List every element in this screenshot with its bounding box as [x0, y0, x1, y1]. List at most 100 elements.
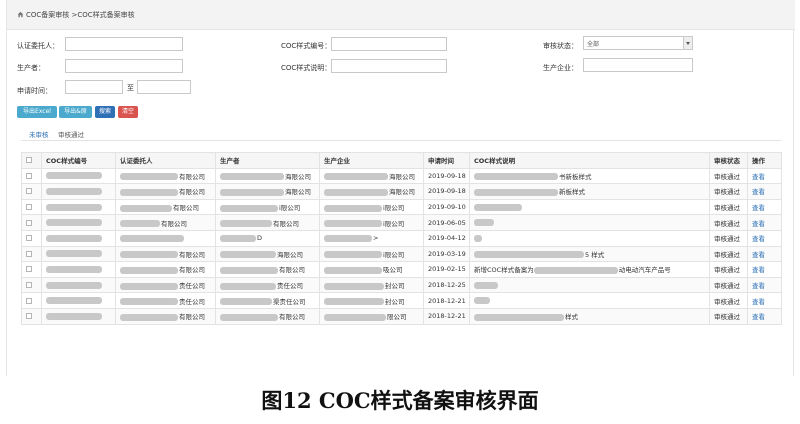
view-link[interactable]: 查看 [747, 229, 782, 247]
view-link[interactable]: 查看 [747, 214, 782, 231]
producer-input[interactable] [65, 59, 183, 73]
manufacturer-text: 吸公司 [383, 266, 403, 275]
status-select[interactable]: 全部 [583, 36, 693, 50]
redacted-text [324, 173, 388, 181]
redacted-text [474, 219, 494, 227]
status-cell: 审核通过 [709, 229, 748, 247]
producer-cell: 有限公司 [215, 261, 320, 278]
view-link[interactable]: 查看 [747, 307, 782, 325]
column-header[interactable]: 操作 [747, 152, 782, 169]
redacted-text [120, 251, 178, 259]
applicant-cell: 有限公司 [115, 198, 216, 216]
breadcrumb-text: COC备案审核 >COC样式备案审核 [26, 11, 135, 19]
redacted-text [120, 173, 178, 181]
producer-cell: 有限公司 [215, 307, 320, 325]
date-cell: 2019-02-15 [423, 261, 470, 278]
manufacturer-cell: 封公司 [319, 292, 424, 309]
desc-text: 5 样式 [585, 250, 605, 259]
table-header-row: COC样式编号 认证委托人 生产者 生产企业 申请时间 COC样式说明 审核状态… [21, 152, 782, 169]
view-link[interactable]: 查看 [747, 198, 782, 216]
view-link[interactable]: 查看 [747, 183, 782, 200]
row-checkbox[interactable] [26, 266, 32, 273]
row-select-cell [21, 276, 42, 294]
redacted-text [324, 234, 372, 242]
search-button[interactable]: 搜索 [95, 106, 115, 118]
applicant-input[interactable] [65, 37, 183, 51]
row-checkbox[interactable] [26, 188, 32, 195]
row-checkbox[interactable] [26, 172, 32, 179]
desc-text: 书新板样式 [559, 172, 592, 181]
redacted-text [46, 312, 102, 320]
select-all-checkbox[interactable] [26, 157, 32, 164]
table-row[interactable]: 有限公司 i限公司 i限公司 2019-09-10 审核通过 查看 [21, 198, 782, 216]
row-checkbox[interactable] [26, 250, 32, 257]
style-no-cell [41, 292, 116, 309]
style-no-input[interactable] [331, 37, 447, 51]
redacted-text [46, 250, 102, 258]
row-checkbox[interactable] [26, 204, 32, 211]
row-checkbox[interactable] [26, 235, 32, 242]
table-row[interactable]: 有限公司 海限公司 海限公司 2019-09-18 新板样式 审核通过 查看 [21, 183, 782, 200]
redacted-text [220, 234, 256, 242]
end-date-input[interactable] [137, 80, 191, 94]
column-header[interactable]: COC样式编号 [41, 152, 116, 169]
date-range-separator: 至 [127, 84, 134, 92]
view-link[interactable]: 查看 [747, 261, 782, 278]
row-select-cell [21, 261, 42, 278]
column-header[interactable]: 审核状态 [709, 152, 748, 169]
column-header[interactable]: 认证委托人 [115, 152, 216, 169]
manufacturer-input[interactable] [583, 58, 693, 72]
redacted-text [46, 219, 102, 227]
row-select-cell [21, 307, 42, 325]
column-header[interactable]: COC样式说明 [469, 152, 710, 169]
desc-cell [469, 229, 710, 247]
start-date-input[interactable] [65, 80, 123, 94]
redacted-text [120, 220, 160, 228]
row-checkbox[interactable] [26, 282, 32, 289]
table-row[interactable]: 有限公司 海限公司 海限公司 2019-09-18 书新板样式 审核通过 查看 [21, 167, 782, 185]
redacted-text [474, 234, 482, 242]
column-header[interactable]: 生产者 [215, 152, 320, 169]
redacted-text [120, 188, 178, 196]
view-link[interactable]: 查看 [747, 276, 782, 294]
manufacturer-cell: 限公司 [319, 307, 424, 325]
redacted-text [220, 173, 284, 181]
table-row[interactable]: 责任公司 渠责任公司 封公司 2018-12-21 审核通过 查看 [21, 292, 782, 309]
table-row[interactable]: 责任公司 责任公司 封公司 2018-12-25 审核通过 查看 [21, 276, 782, 294]
view-link[interactable]: 查看 [747, 167, 782, 185]
table-row[interactable]: 有限公司 有限公司 i限公司 2019-06-05 审核通过 查看 [21, 214, 782, 231]
desc-text: 动电动汽车产品号 [618, 266, 671, 275]
table-row[interactable]: D >2019-04-12 审核通过 查看 [21, 229, 782, 247]
redacted-text [46, 234, 102, 242]
desc-cell: 新增COC样式备案为 动电动汽车产品号 [469, 261, 710, 278]
clear-button[interactable]: 清空 [118, 106, 138, 118]
tab-pending[interactable]: 未审核 [29, 129, 49, 139]
view-link[interactable]: 查看 [747, 245, 782, 263]
home-icon[interactable] [17, 11, 24, 18]
export-pdf-button[interactable]: 导出&原 [59, 106, 92, 118]
table-row[interactable]: 有限公司 有限公司 限公司 2018-12-21 样式 审核通过 查看 [21, 307, 782, 325]
redacted-text [324, 266, 382, 274]
column-header[interactable]: 申请时间 [423, 152, 470, 169]
row-checkbox[interactable] [26, 219, 32, 226]
redacted-text [46, 265, 102, 273]
manufacturer-label: 生产企业： [543, 64, 578, 72]
table-row[interactable]: 有限公司 有限公司 吸公司 2019-02-15 新增COC样式备案为 动电动汽车产品号 审… [21, 261, 782, 278]
chevron-down-icon[interactable] [683, 37, 692, 49]
row-checkbox[interactable] [26, 313, 32, 320]
column-header[interactable]: 生产企业 [319, 152, 424, 169]
manufacturer-cell: i限公司 [319, 214, 424, 231]
style-desc-input[interactable] [331, 59, 447, 73]
view-link[interactable]: 查看 [747, 292, 782, 309]
row-checkbox[interactable] [26, 297, 32, 304]
status-cell: 审核通过 [709, 245, 748, 263]
applicant-cell: 有限公司 [115, 183, 216, 200]
style-no-cell [41, 198, 116, 216]
export-excel-button[interactable]: 导出Excel [17, 106, 57, 118]
desc-cell [469, 214, 710, 231]
redacted-text [474, 173, 558, 181]
producer-cell: 责任公司 [215, 276, 320, 294]
table-row[interactable]: 有限公司 海限公司 i限公司 2019-03-19 5 样式 审核通过 查看 [21, 245, 782, 263]
producer-cell: 海限公司 [215, 183, 320, 200]
status-cell: 审核通过 [709, 276, 748, 294]
